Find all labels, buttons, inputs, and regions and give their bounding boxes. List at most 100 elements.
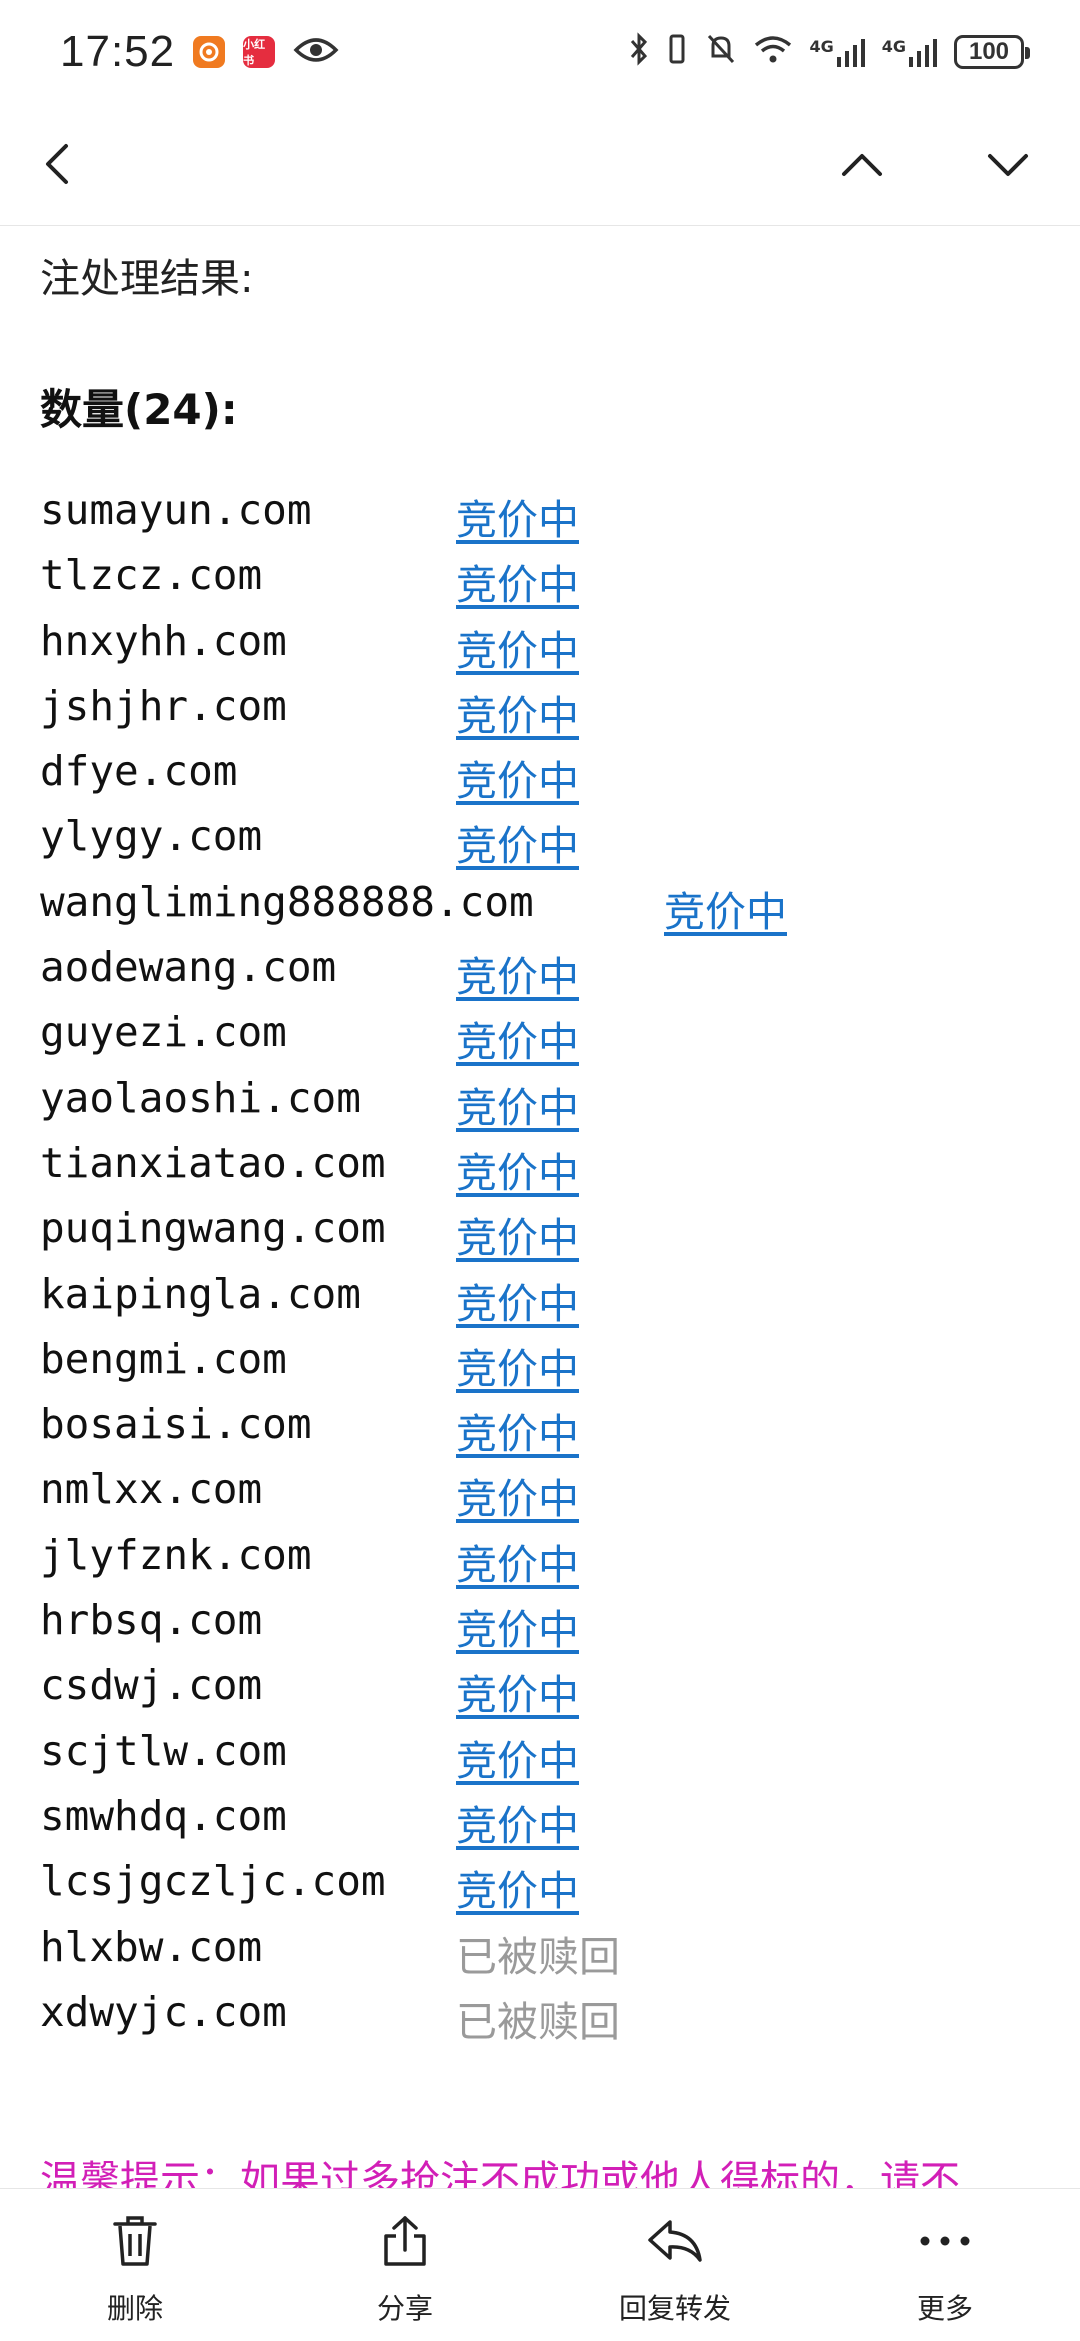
bidding-status-link[interactable]: 竞价中: [456, 747, 579, 807]
bidding-status-link[interactable]: 竞价中: [456, 1531, 579, 1591]
domain-name: csdwj.com: [40, 1661, 263, 1710]
bidding-status-link[interactable]: 竞价中: [456, 551, 579, 611]
domain-name: wangliming888888.com: [40, 877, 534, 926]
domain-row: wangliming888888.com 竞价中: [40, 878, 1080, 943]
domain-list: sumayun.com 竞价中 tlzcz.com 竞价中 hnxyhh.com 竞价中 j…: [40, 486, 1080, 2053]
domain-name: lcsjgczljc.com: [40, 1857, 386, 1906]
domain-row: hrbsq.com 竞价中: [40, 1596, 1080, 1661]
result-label: 注处理结果:: [40, 256, 254, 302]
bidding-status-link[interactable]: 竞价中: [456, 1074, 579, 1134]
domain-name: kaipingla.com: [40, 1269, 361, 1318]
wifi-icon: [753, 33, 793, 72]
domain-row: csdwj.com 竞价中: [40, 1661, 1080, 1726]
bluetooth-icon: [629, 31, 649, 73]
share-button[interactable]: 分享: [295, 2189, 515, 2341]
bidding-status-link[interactable]: 竞价中: [456, 486, 579, 546]
domain-row: aodewang.com 竞价中: [40, 943, 1080, 1008]
more-button[interactable]: 更多: [835, 2189, 1055, 2341]
domain-name: hnxyhh.com: [40, 616, 287, 665]
domain-row: guyezi.com 竞价中: [40, 1008, 1080, 1073]
domain-name: tianxiatao.com: [40, 1138, 386, 1187]
bidding-status-link[interactable]: 竞价中: [456, 1270, 579, 1330]
bidding-status-link[interactable]: 竞价中: [456, 1596, 579, 1656]
share-label: 分享: [376, 2292, 433, 2325]
bidding-status-link[interactable]: 竞价中: [456, 617, 579, 677]
bidding-status-link[interactable]: 竞价中: [456, 1792, 579, 1852]
domain-row: lcsjgczljc.com 竞价中: [40, 1857, 1080, 1922]
status-time: 17:52: [60, 27, 176, 76]
delete-button[interactable]: 删除: [25, 2189, 245, 2341]
redeemed-status: 已被赎回: [456, 1932, 620, 1981]
bottom-toolbar: 删除 分享 回复转发 更多: [0, 2188, 1080, 2340]
status-left: 17:52 小红书: [60, 27, 339, 77]
domain-name: tlzcz.com: [40, 551, 263, 600]
domain-name: bengmi.com: [40, 1334, 287, 1383]
bidding-status-link[interactable]: 竞价中: [664, 878, 787, 938]
domain-row: bosaisi.com 竞价中: [40, 1400, 1080, 1465]
domain-name: smwhdq.com: [40, 1791, 287, 1840]
status-bar: 17:52 小红书 4G 4G 100: [0, 0, 1080, 104]
reply-forward-button[interactable]: 回复转发: [565, 2189, 785, 2341]
bidding-status-link[interactable]: 竞价中: [456, 1857, 579, 1917]
domain-name: hlxbw.com: [40, 1922, 263, 1971]
domain-row: puqingwang.com 竞价中: [40, 1204, 1080, 1269]
domain-row: jshjhr.com 竞价中: [40, 682, 1080, 747]
status-right: 4G 4G 100: [629, 31, 1030, 73]
domain-row: scjtlw.com 竞价中: [40, 1727, 1080, 1792]
chevron-left-icon: [46, 144, 68, 184]
bidding-status-link[interactable]: 竞价中: [456, 1727, 579, 1787]
previous-mail-button[interactable]: [830, 132, 894, 196]
domain-name: nmlxx.com: [40, 1465, 263, 1514]
tip-text: 温馨提示：如果过多抢注不成功或他人得标的，请不: [40, 2158, 960, 2188]
domain-name: guyezi.com: [40, 1008, 287, 1057]
app-notification-icon: [193, 36, 226, 68]
bidding-status-link[interactable]: 竞价中: [456, 1008, 579, 1068]
signal-label: 4G: [881, 37, 906, 56]
domain-row: kaipingla.com 竞价中: [40, 1270, 1080, 1335]
bidding-status-link[interactable]: 竞价中: [456, 943, 579, 1003]
mail-body[interactable]: 注处理结果: 数量(24): sumayun.com 竞价中 tlzcz.com 竞价…: [0, 226, 1080, 2188]
domain-row: dfye.com 竞价中: [40, 747, 1080, 812]
bidding-status-link[interactable]: 竞价中: [456, 1139, 579, 1199]
redeemed-status: 已被赎回: [456, 1997, 620, 2046]
domain-name: hrbsq.com: [40, 1596, 263, 1645]
back-button[interactable]: [26, 132, 90, 196]
domain-name: xdwyjc.com: [40, 1987, 287, 2036]
signal-icon-2: 4G: [882, 37, 938, 67]
mute-bell-icon: [705, 32, 737, 73]
domain-name: bosaisi.com: [40, 1400, 312, 1449]
chevron-down-icon: [988, 154, 1028, 176]
vibrate-icon: [665, 32, 689, 73]
bidding-status-link[interactable]: 竞价中: [456, 1400, 579, 1460]
count-heading: 数量(24):: [40, 385, 238, 434]
share-icon: [375, 2211, 435, 2271]
bidding-status-link[interactable]: 竞价中: [456, 682, 579, 742]
domain-row: sumayun.com 竞价中: [40, 486, 1080, 551]
domain-name: yaolaoshi.com: [40, 1073, 361, 1122]
domain-row: yaolaoshi.com 竞价中: [40, 1074, 1080, 1139]
domain-name: scjtlw.com: [40, 1726, 287, 1775]
domain-name: puqingwang.com: [40, 1204, 386, 1253]
next-mail-button[interactable]: [976, 132, 1040, 196]
domain-row: jlyfznk.com 竞价中: [40, 1531, 1080, 1596]
bidding-status-link[interactable]: 竞价中: [456, 1465, 579, 1525]
signal-label: 4G: [809, 37, 834, 56]
bidding-status-link[interactable]: 竞价中: [456, 812, 579, 872]
battery-icon: 100: [954, 35, 1030, 69]
domain-row: tianxiatao.com 竞价中: [40, 1139, 1080, 1204]
domain-row: hnxyhh.com 竞价中: [40, 617, 1080, 682]
domain-row: hlxbw.com 已被赎回: [40, 1923, 1080, 1988]
bidding-status-link[interactable]: 竞价中: [456, 1335, 579, 1395]
more-dots-icon: [915, 2211, 975, 2271]
domain-row: xdwyjc.com 已被赎回: [40, 1988, 1080, 2053]
domain-name: dfye.com: [40, 747, 238, 796]
domain-name: ylygy.com: [40, 812, 263, 861]
bidding-status-link[interactable]: 竞价中: [456, 1661, 579, 1721]
bidding-status-link[interactable]: 竞价中: [456, 1204, 579, 1264]
domain-name: jlyfznk.com: [40, 1530, 312, 1579]
domain-name: jshjhr.com: [40, 681, 287, 730]
domain-name: aodewang.com: [40, 943, 337, 992]
eye-icon: [293, 35, 339, 69]
trash-icon: [105, 2211, 165, 2271]
domain-row: ylygy.com 竞价中: [40, 812, 1080, 877]
